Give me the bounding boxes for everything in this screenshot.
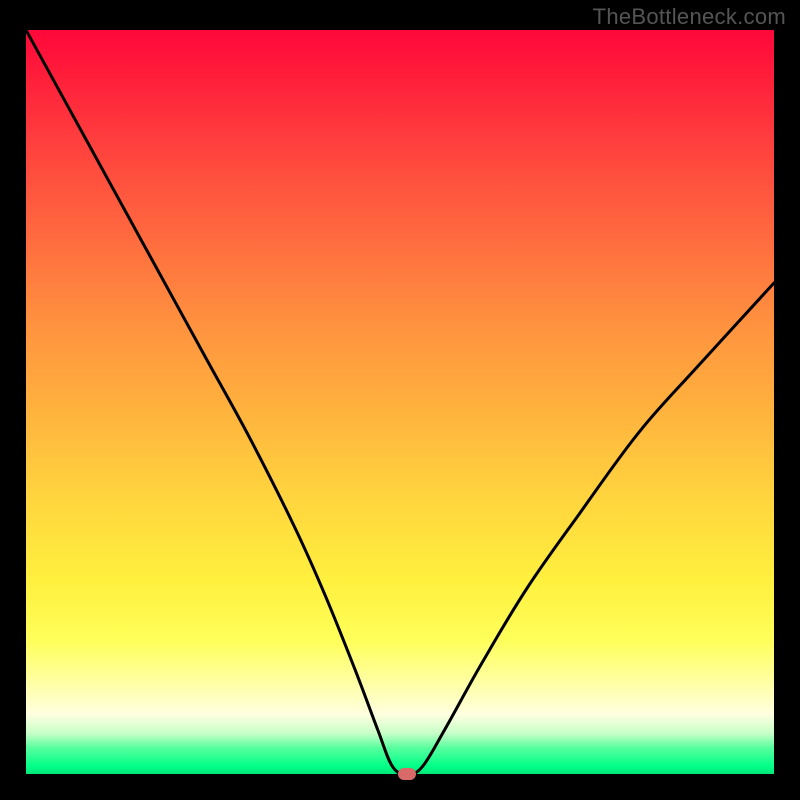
bottleneck-curve [26, 30, 774, 774]
watermark-text: TheBottleneck.com [593, 4, 786, 30]
optimal-marker [398, 768, 416, 780]
chart-frame: TheBottleneck.com [0, 0, 800, 800]
plot-area [26, 30, 774, 774]
